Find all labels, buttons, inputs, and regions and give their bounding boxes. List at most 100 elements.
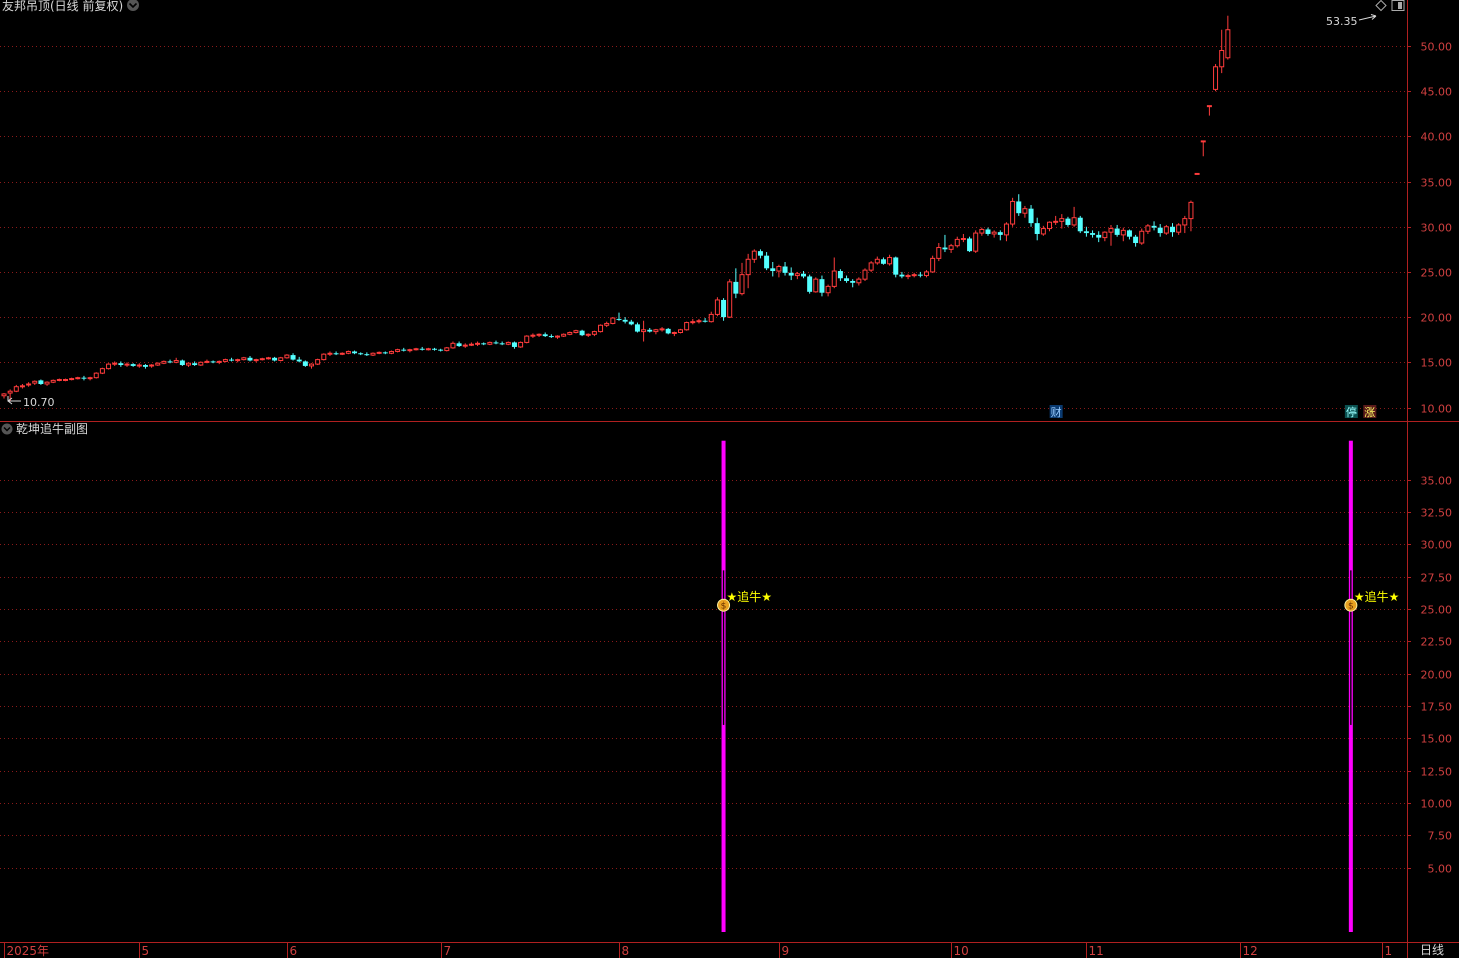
- candle-body: [216, 360, 222, 363]
- candle-body: [665, 328, 671, 334]
- signal-label: ★追牛★: [727, 589, 773, 604]
- candle-body: [979, 228, 985, 234]
- period-label[interactable]: 日线: [1420, 943, 1444, 957]
- candle-body: [518, 341, 524, 348]
- sub-y-tick-label: 25.00: [1421, 604, 1453, 617]
- candle: [714, 297, 720, 317]
- diamond-icon[interactable]: [1375, 0, 1387, 12]
- candle: [1120, 227, 1126, 242]
- candle: [296, 356, 302, 363]
- candle-body: [1133, 236, 1139, 244]
- candle: [1157, 224, 1163, 237]
- candle: [81, 375, 87, 381]
- candle: [382, 351, 388, 355]
- candle: [997, 230, 1003, 241]
- candle-body: [1170, 226, 1175, 233]
- sub-y-tick-label: 35.00: [1421, 475, 1453, 488]
- candle: [456, 341, 462, 347]
- candle: [87, 376, 93, 381]
- stock-chart[interactable]: $★追牛★$★追牛★ 10.0015.0020.0025.0030.0035.0…: [0, 0, 1459, 958]
- candle: [38, 379, 44, 385]
- candle-body: [99, 368, 105, 374]
- candle: [450, 341, 456, 349]
- candle: [1163, 224, 1169, 235]
- candle-body: [511, 342, 517, 347]
- candle: [401, 347, 407, 352]
- candle-body: [598, 324, 604, 333]
- candle: [788, 267, 794, 281]
- candle-body: [813, 278, 819, 293]
- candle-body: [118, 363, 124, 366]
- event-marker: 涨: [1363, 405, 1377, 419]
- candle: [19, 384, 25, 389]
- candle-body: [880, 259, 886, 264]
- candle: [210, 360, 216, 364]
- candle-body: [382, 352, 388, 354]
- candle-body: [788, 272, 794, 276]
- event-marker-text: 停: [1346, 405, 1357, 419]
- y-tick-label: 45.00: [1421, 86, 1453, 99]
- candle-body: [936, 247, 942, 259]
- candle: [567, 331, 573, 336]
- candle: [1090, 230, 1096, 238]
- candle: [721, 298, 727, 321]
- candle: [352, 350, 358, 355]
- candle-body: [653, 329, 659, 333]
- candle: [862, 268, 868, 281]
- sub-y-tick-label: 10.00: [1421, 798, 1453, 811]
- candle: [99, 367, 105, 375]
- candle-body: [1139, 230, 1145, 244]
- chevron-down-icon[interactable]: [127, 0, 139, 11]
- candle: [462, 343, 468, 348]
- candle-body: [1010, 200, 1016, 225]
- candle: [56, 378, 62, 382]
- candle: [1206, 105, 1212, 116]
- signal-label: ★追牛★: [1354, 589, 1400, 604]
- candle: [302, 360, 308, 367]
- candle: [198, 361, 204, 366]
- candle-body: [259, 358, 265, 361]
- candle: [438, 348, 444, 352]
- collapse-icon[interactable]: [1, 423, 13, 435]
- candle-body: [930, 257, 936, 273]
- candle: [1133, 234, 1139, 247]
- candle: [524, 335, 530, 344]
- candle-body: [1053, 220, 1059, 223]
- candle-body: [770, 268, 776, 272]
- candle: [468, 342, 474, 347]
- window-toggle-icon[interactable]: [1391, 0, 1405, 11]
- candle-body: [450, 342, 456, 349]
- candle: [481, 342, 487, 346]
- candle-body: [136, 364, 142, 367]
- candle-body: [327, 352, 333, 355]
- sub-y-tick-label: 15.00: [1421, 733, 1453, 746]
- candle: [1108, 224, 1114, 246]
- candle: [290, 353, 296, 361]
- signal-inner: [1349, 569, 1353, 726]
- candle-body: [917, 274, 923, 276]
- candle: [960, 233, 966, 243]
- candle-body: [1096, 234, 1102, 238]
- candle: [50, 379, 56, 384]
- candle-body: [179, 360, 185, 366]
- candle: [967, 236, 973, 253]
- sub-y-tick-label: 17.50: [1421, 701, 1453, 714]
- money-bag-glyph: $: [1348, 602, 1354, 612]
- candle: [106, 363, 112, 370]
- candle-body: [370, 352, 376, 356]
- candle: [530, 333, 536, 338]
- candle: [1047, 221, 1052, 232]
- candle: [370, 352, 376, 356]
- candle: [44, 381, 50, 386]
- frame-layer: [0, 0, 1459, 958]
- candle: [1096, 231, 1102, 243]
- candle-body: [352, 351, 358, 354]
- candle-body: [924, 271, 929, 277]
- candle-body: [844, 278, 850, 281]
- candle-body: [1028, 208, 1034, 224]
- candle-body: [567, 331, 573, 335]
- candle-body: [954, 238, 960, 247]
- candle-body: [1126, 230, 1132, 237]
- sub-y-tick-label: 20.00: [1421, 669, 1453, 682]
- y-tick-label: 20.00: [1421, 312, 1453, 325]
